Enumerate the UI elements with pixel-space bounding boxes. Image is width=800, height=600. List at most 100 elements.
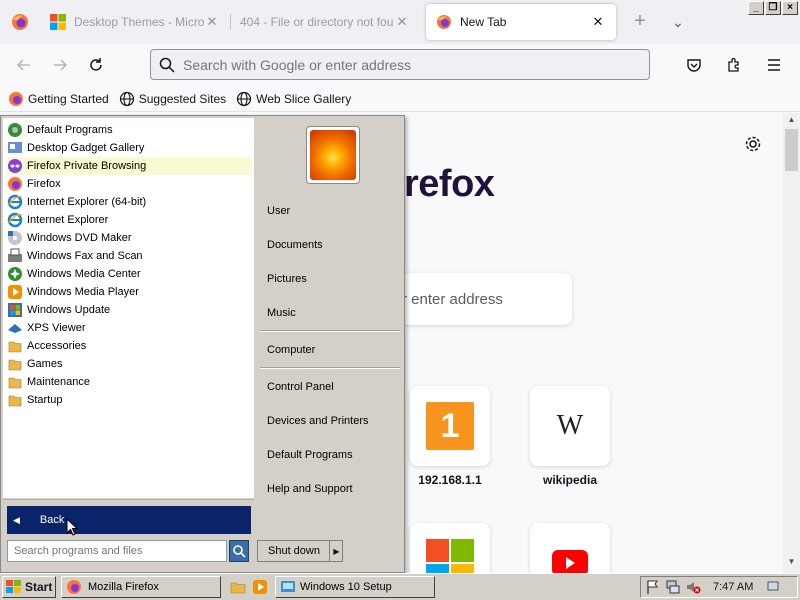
program-firefox-private-browsing[interactable]: Firefox Private Browsing xyxy=(7,157,251,175)
program-internet-explorer-64[interactable]: Internet Explorer (64-bit) xyxy=(7,193,251,211)
program-label: Windows DVD Maker xyxy=(27,232,132,244)
link-user[interactable]: User xyxy=(267,202,290,220)
program-internet-explorer[interactable]: Internet Explorer xyxy=(7,211,251,229)
address-input[interactable] xyxy=(183,56,623,73)
tab-404[interactable]: 404 - File or directory not found. ✕ xyxy=(230,4,420,40)
action-center-flag-icon[interactable] xyxy=(645,579,661,595)
forward-button[interactable] xyxy=(42,49,78,81)
newtab-search-placeholder: r enter address xyxy=(402,290,503,308)
program-label: Internet Explorer xyxy=(27,214,109,226)
bookmark-suggested-sites[interactable]: Suggested Sites xyxy=(119,91,226,107)
start-search-button[interactable] xyxy=(229,540,249,562)
ie-icon xyxy=(7,194,23,210)
quicklaunch-explorer[interactable] xyxy=(227,576,249,598)
folder-accessories[interactable]: Accessories xyxy=(7,337,251,355)
program-default-programs[interactable]: Default Programs xyxy=(7,121,251,139)
task-windows-10-setup[interactable]: Windows 10 Setup xyxy=(275,576,435,598)
bookmark-web-slice-gallery[interactable]: Web Slice Gallery xyxy=(236,91,351,107)
tab-new-tab[interactable]: New Tab ✕ xyxy=(426,4,616,40)
page-scrollbar[interactable]: ▲ ▼ xyxy=(783,113,800,573)
show-desktop-icon[interactable] xyxy=(767,580,779,594)
start-menu-right-pane: User Documents Pictures Music Computer C… xyxy=(254,116,404,572)
clock[interactable]: 7:47 AM xyxy=(713,581,753,593)
quicklaunch-media-player[interactable] xyxy=(249,576,271,598)
new-tab-button[interactable]: + xyxy=(626,8,654,36)
bookmark-getting-started[interactable]: Getting Started xyxy=(8,91,109,107)
close-icon[interactable]: ✕ xyxy=(394,14,410,30)
program-label: Windows Media Center xyxy=(27,268,141,280)
back-button[interactable]: ◀ Back xyxy=(7,506,251,536)
link-documents[interactable]: Documents xyxy=(267,236,323,254)
task-mozilla-firefox[interactable]: Mozilla Firefox xyxy=(61,576,221,598)
start-label: Start xyxy=(25,580,53,594)
link-help-and-support[interactable]: Help and Support xyxy=(267,480,353,498)
program-label: Firefox xyxy=(27,178,61,190)
tab-title: New Tab xyxy=(460,15,507,29)
list-all-tabs-button[interactable]: ⌄ xyxy=(664,8,692,36)
volume-muted-icon[interactable] xyxy=(685,579,701,595)
program-label: Default Programs xyxy=(27,124,113,136)
app-menu-button[interactable] xyxy=(756,49,792,81)
back-label: Back xyxy=(39,514,65,526)
scrollbar-thumb[interactable] xyxy=(785,129,798,171)
scroll-up-arrow-icon[interactable]: ▲ xyxy=(783,115,800,129)
user-avatar[interactable] xyxy=(306,126,360,184)
top-site-tile[interactable] xyxy=(410,523,490,573)
close-icon[interactable]: ✕ xyxy=(590,14,606,30)
top-site-tile[interactable] xyxy=(530,523,610,573)
top-site-tile[interactable]: W xyxy=(530,386,610,466)
minimize-button[interactable]: _ xyxy=(748,1,764,15)
program-desktop-gadget-gallery[interactable]: Desktop Gadget Gallery xyxy=(7,139,251,157)
folder-icon xyxy=(8,395,22,407)
link-music[interactable]: Music xyxy=(267,304,296,322)
program-windows-fax-and-scan[interactable]: Windows Fax and Scan xyxy=(7,247,251,265)
back-button[interactable] xyxy=(6,49,42,81)
program-windows-dvd-maker[interactable]: Windows DVD Maker xyxy=(7,229,251,247)
program-label: Startup xyxy=(27,394,63,406)
top-site-tile[interactable]: 1 xyxy=(410,386,490,466)
link-devices-and-printers[interactable]: Devices and Printers xyxy=(267,412,369,430)
start-search-input[interactable] xyxy=(14,545,214,557)
shutdown-options-button[interactable]: ▶ xyxy=(329,540,343,562)
windows-update-icon xyxy=(8,303,22,317)
scroll-down-arrow-icon[interactable]: ▼ xyxy=(783,557,800,571)
link-control-panel[interactable]: Control Panel xyxy=(267,378,334,396)
folder-maintenance[interactable]: Maintenance xyxy=(7,373,251,391)
address-bar[interactable] xyxy=(150,49,650,80)
link-computer[interactable]: Computer xyxy=(267,341,315,359)
link-default-programs[interactable]: Default Programs xyxy=(267,446,353,464)
search-icon xyxy=(233,545,246,558)
tab-desktop-themes[interactable]: Desktop Themes - Microsoft ✕ xyxy=(40,4,230,40)
start-search-box[interactable] xyxy=(7,540,227,562)
restore-button[interactable]: ❐ xyxy=(765,1,781,15)
setup-icon xyxy=(281,581,295,592)
folder-startup[interactable]: Startup xyxy=(7,391,251,409)
link-pictures[interactable]: Pictures xyxy=(267,270,307,288)
program-xps-viewer[interactable]: XPS Viewer xyxy=(7,319,251,337)
program-label: Internet Explorer (64-bit) xyxy=(27,196,147,208)
program-windows-update[interactable]: Windows Update xyxy=(7,301,251,319)
bookmark-label: Getting Started xyxy=(28,91,109,106)
firefox-view-button[interactable] xyxy=(0,0,40,44)
program-firefox[interactable]: Firefox xyxy=(7,175,251,193)
program-label: Windows Fax and Scan xyxy=(27,250,143,262)
mouse-cursor-icon xyxy=(66,518,79,536)
pocket-button[interactable] xyxy=(676,49,712,81)
top-site-label: 192.168.1.1 xyxy=(418,473,482,487)
network-icon[interactable] xyxy=(665,579,681,595)
firefox-wordmark: refox xyxy=(404,163,495,205)
start-button[interactable]: Start xyxy=(2,576,56,598)
divider xyxy=(3,499,254,500)
reload-button[interactable] xyxy=(78,49,114,81)
program-windows-media-center[interactable]: Windows Media Center xyxy=(7,265,251,283)
globe-icon xyxy=(119,91,134,106)
folder-games[interactable]: Games xyxy=(7,355,251,373)
settings-button[interactable] xyxy=(744,135,762,156)
close-icon[interactable]: ✕ xyxy=(204,14,220,30)
ie-icon xyxy=(7,212,23,228)
xps-icon xyxy=(8,324,22,333)
extensions-button[interactable] xyxy=(716,49,752,81)
program-windows-media-player[interactable]: Windows Media Player xyxy=(7,283,251,301)
close-window-button[interactable]: × xyxy=(782,1,798,15)
divider xyxy=(260,330,400,332)
